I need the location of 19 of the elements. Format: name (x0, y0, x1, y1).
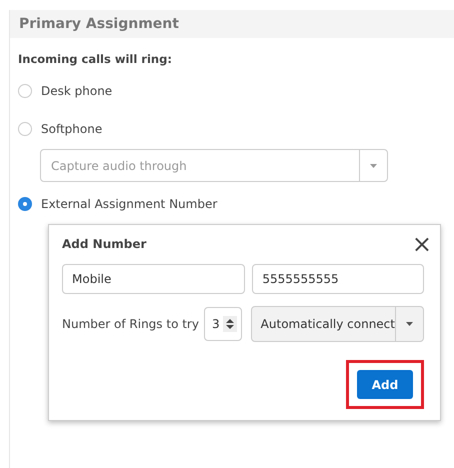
radio-button[interactable] (18, 122, 32, 136)
option-label: External Assignment Number (41, 197, 218, 211)
panel-title: Primary Assignment (10, 10, 454, 38)
rings-label: Number of Rings to try (62, 317, 199, 331)
option-label: Softphone (41, 122, 102, 136)
prompt-label: Incoming calls will ring: (18, 52, 173, 66)
caret-icon (406, 322, 413, 326)
connect-mode-select[interactable]: Automatically connect (250, 306, 424, 342)
caret-icon (370, 164, 377, 168)
up-down-icon (222, 316, 237, 332)
radio-button[interactable] (18, 84, 32, 98)
option-label: Desk phone (41, 84, 112, 98)
label-field[interactable]: Mobile (62, 264, 246, 294)
number-field[interactable]: 5555555555 (252, 264, 424, 294)
radio-button[interactable] (18, 197, 32, 211)
rings-spinner[interactable]: 3 (204, 307, 242, 341)
dialog-title: Add Number (62, 237, 146, 251)
add-button[interactable]: Add (357, 370, 413, 399)
close-button[interactable]: × (412, 233, 432, 255)
